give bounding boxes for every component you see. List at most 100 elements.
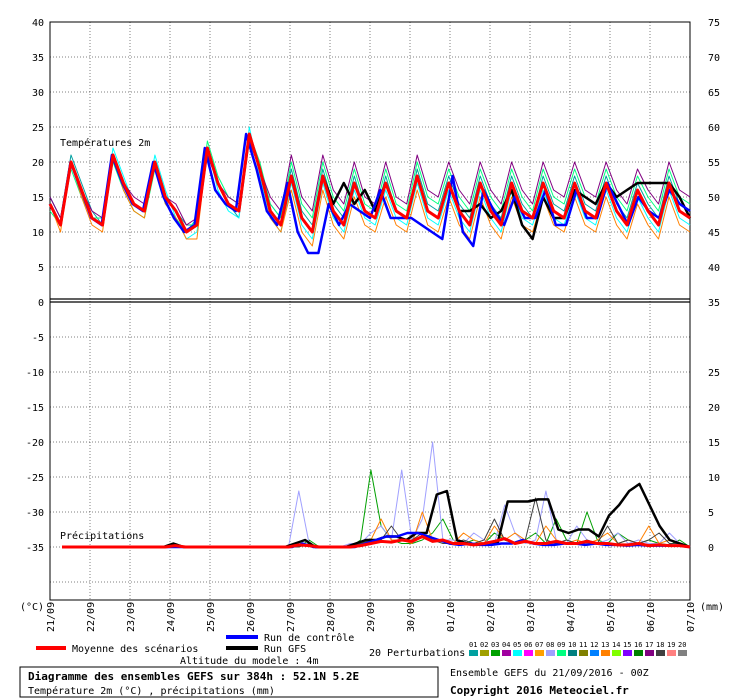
right-tick-label: 25 (708, 368, 720, 379)
perturbation-swatch (656, 650, 665, 656)
left-tick-label: -30 (26, 508, 44, 519)
right-tick-label: 50 (708, 193, 720, 204)
left-tick-label: 0 (38, 298, 44, 309)
right-tick-label: 15 (708, 438, 720, 449)
perturbation-number: 15 (623, 641, 631, 649)
run-info: Ensemble GEFS du 21/09/2016 - 00Z (450, 668, 649, 679)
footer-title: Diagramme des ensembles GEFS sur 384h : … (28, 670, 359, 683)
perturbations-label: 20 Perturbations (369, 648, 465, 659)
perturbation-swatch (612, 650, 621, 656)
perturbation-number: 13 (601, 641, 609, 649)
perturbation-swatch (623, 650, 632, 656)
left-tick-label: 10 (32, 228, 44, 239)
perturbation-number: 09 (557, 641, 565, 649)
perturbation-number: 19 (667, 641, 675, 649)
x-tick-label: 01/10 (446, 602, 457, 632)
right-tick-label: 5 (708, 508, 714, 519)
left-tick-label: 15 (32, 193, 44, 204)
legend-control-label: Run de contrôle (264, 632, 354, 644)
perturbation-number: 18 (656, 641, 664, 649)
perturbation-swatch (579, 650, 588, 656)
copyright: Copyright 2016 Meteociel.fr (450, 684, 629, 697)
x-tick-label: 30/09 (406, 602, 417, 632)
x-tick-label: 03/10 (526, 602, 537, 632)
right-tick-label: 45 (708, 228, 720, 239)
left-tick-label: 40 (32, 18, 44, 29)
right-unit-label: (mm) (700, 602, 724, 613)
x-tick-label: 22/09 (86, 602, 97, 632)
right-tick-label: 60 (708, 123, 720, 134)
right-tick-label: 40 (708, 263, 720, 274)
x-tick-label: 05/10 (606, 602, 617, 632)
temperature-panel-label: Températures 2m (60, 137, 150, 149)
perturbation-swatch (480, 650, 489, 656)
x-tick-label: 29/09 (366, 602, 377, 632)
perturbation-swatch (469, 650, 478, 656)
perturbation-swatch (590, 650, 599, 656)
x-tick-label: 06/10 (646, 602, 657, 632)
x-tick-label: 26/09 (246, 602, 257, 632)
perturbation-swatch (535, 650, 544, 656)
left-tick-label: -10 (26, 368, 44, 379)
perturbation-swatch (601, 650, 610, 656)
right-tick-label: 70 (708, 53, 720, 64)
perturbation-number: 20 (678, 641, 686, 649)
left-tick-label: 20 (32, 158, 44, 169)
x-tick-label: 27/09 (286, 602, 297, 632)
perturbation-number: 05 (513, 641, 521, 649)
right-tick-label: 65 (708, 88, 720, 99)
perturbation-swatch (557, 650, 566, 656)
perturbation-swatch (634, 650, 643, 656)
legend-gfs-label: Run GFS (264, 644, 306, 655)
perturbation-swatch (645, 650, 654, 656)
perturbation-number: 01 (469, 641, 477, 649)
right-tick-label: 35 (708, 298, 720, 309)
right-tick-label: 0 (708, 543, 714, 554)
precipitation-panel-label: Précipitations (60, 530, 144, 542)
right-tick-label: 55 (708, 158, 720, 169)
perturbation-swatch (667, 650, 676, 656)
perturbation-number: 03 (491, 641, 499, 649)
left-tick-label: 5 (38, 263, 44, 274)
right-tick-label: 20 (708, 403, 720, 414)
perturbation-swatch (502, 650, 511, 656)
altitude-label: Altitude du modele : 4m (180, 656, 318, 667)
perturbation-number: 08 (546, 641, 554, 649)
perturbation-number: 11 (579, 641, 587, 649)
left-tick-label: -20 (26, 438, 44, 449)
left-tick-label: 25 (32, 123, 44, 134)
legend-mean-label: Moyenne des scénarios (72, 643, 198, 655)
perturbation-number: 04 (502, 641, 510, 649)
x-tick-label: 25/09 (206, 602, 217, 632)
x-tick-label: 02/10 (486, 602, 497, 632)
perturbation-swatch (513, 650, 522, 656)
left-tick-label: 35 (32, 53, 44, 64)
x-tick-label: 21/09 (46, 602, 57, 632)
perturbation-swatch (491, 650, 500, 656)
perturbation-number: 10 (568, 641, 576, 649)
perturbation-number: 14 (612, 641, 620, 649)
left-unit-label: (°C) (20, 602, 44, 613)
perturbation-number: 12 (590, 641, 598, 649)
perturbation-number: 07 (535, 641, 543, 649)
left-tick-label: 30 (32, 88, 44, 99)
x-tick-label: 28/09 (326, 602, 337, 632)
x-tick-label: 04/10 (566, 602, 577, 632)
perturbation-swatch (524, 650, 533, 656)
perturbation-number: 06 (524, 641, 532, 649)
x-tick-label: 23/09 (126, 602, 137, 632)
left-tick-label: -35 (26, 543, 44, 554)
perturbation-swatch (678, 650, 687, 656)
footer-subtitle: Température 2m (°C) , précipitations (mm… (28, 685, 275, 697)
perturbation-number: 16 (634, 641, 642, 649)
right-tick-label: 10 (708, 473, 720, 484)
perturbation-swatch (546, 650, 555, 656)
right-tick-label: 75 (708, 18, 720, 29)
x-tick-label: 07/10 (686, 602, 697, 632)
left-tick-label: -15 (26, 403, 44, 414)
perturbation-number: 17 (645, 641, 653, 649)
ensemble-chart: 4035302520151050-5-10-15-20-25-30-357570… (0, 0, 740, 700)
perturbation-number: 02 (480, 641, 488, 649)
left-tick-label: -5 (32, 333, 44, 344)
x-tick-label: 24/09 (166, 602, 177, 632)
